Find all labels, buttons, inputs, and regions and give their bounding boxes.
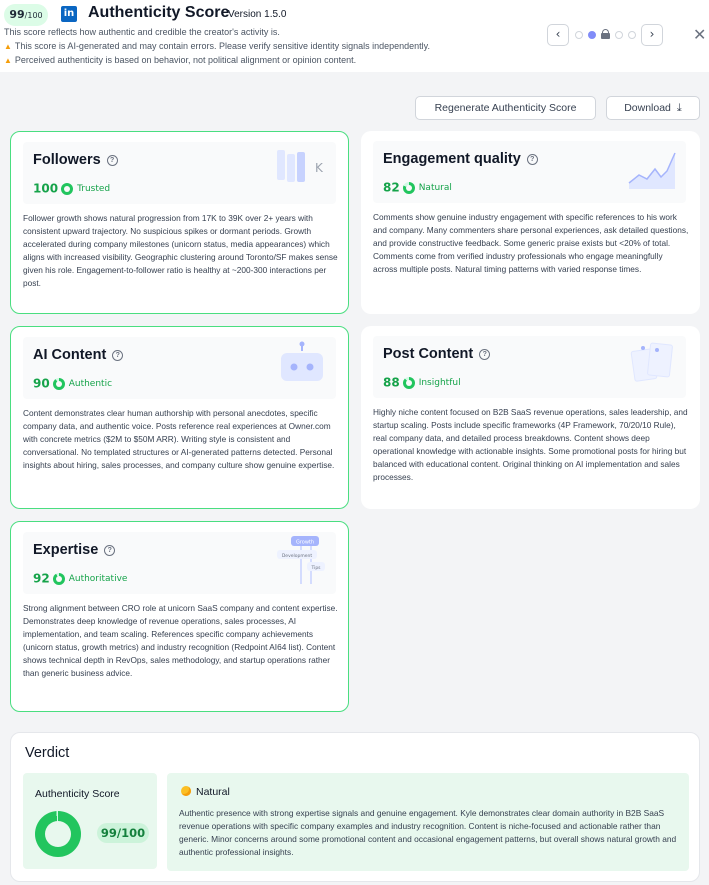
expertise-illustration-label-3: Tips bbox=[310, 565, 321, 571]
verdict-summary-box: Natural Authentic presence with strong e… bbox=[167, 773, 689, 871]
score-badge-denominator: /100 bbox=[24, 11, 43, 20]
expertise-tag: Authoritative bbox=[68, 573, 128, 584]
engagement-card: Engagement quality? 82 Natural Comments s… bbox=[361, 131, 700, 314]
followers-metric: 100 Trusted bbox=[33, 178, 111, 196]
verdict-title: Verdict bbox=[25, 745, 70, 761]
score-ring-icon bbox=[402, 181, 415, 194]
ai-content-card: AI Content? 90 Authentic Content demonstr… bbox=[10, 326, 349, 509]
lock-icon bbox=[601, 29, 610, 39]
followers-body: Follower growth shows natural progressio… bbox=[23, 213, 338, 288]
ai-content-body: Content demonstrates clear human authors… bbox=[23, 408, 335, 470]
engagement-score: 82 bbox=[383, 180, 400, 195]
expertise-card-header: Expertise? 92 Authoritative Growth Develo… bbox=[23, 532, 336, 594]
pager-dot-5[interactable] bbox=[628, 31, 636, 39]
followers-illustration-glyph: K bbox=[315, 161, 324, 175]
expertise-metric: 92 Authoritative bbox=[33, 568, 128, 586]
robot-illustration bbox=[281, 341, 323, 381]
verdict-body: Authentic presence with strong expertise… bbox=[179, 808, 677, 857]
score-ring-icon bbox=[402, 376, 415, 389]
engagement-title-text: Engagement quality bbox=[383, 151, 521, 167]
score-badge-value: 99 bbox=[9, 8, 25, 21]
post-content-title: Post Content? bbox=[383, 346, 491, 362]
verdict-tag: Natural bbox=[181, 786, 230, 798]
engagement-illustration bbox=[628, 152, 676, 189]
expertise-title: Expertise? bbox=[33, 542, 116, 558]
post-content-body: Highly niche content focused on B2B SaaS… bbox=[373, 407, 688, 482]
question-circle-icon[interactable]: ? bbox=[104, 545, 116, 556]
question-circle-icon[interactable]: ? bbox=[479, 349, 491, 360]
warning-line-ai: ▲ This score is AI-generated and may cont… bbox=[4, 41, 430, 51]
verdict-section: Verdict Authenticity Score 99/100 Natura… bbox=[10, 732, 700, 882]
warning-line-perception: ▲ Perceived authenticity is based on beha… bbox=[4, 55, 356, 65]
score-ring-icon bbox=[61, 182, 74, 195]
post-content-score: 88 bbox=[383, 375, 400, 390]
subtitle: This score reflects how authentic and cr… bbox=[4, 27, 280, 37]
engagement-card-header: Engagement quality? 82 Natural bbox=[373, 141, 686, 203]
ai-content-score: 90 bbox=[33, 376, 50, 391]
verdict-score-ring bbox=[35, 811, 81, 857]
ai-content-tag: Authentic bbox=[68, 378, 113, 389]
verdict-score-value: 99/100 bbox=[97, 823, 149, 843]
question-circle-icon[interactable]: ? bbox=[112, 350, 124, 361]
question-circle-icon[interactable]: ? bbox=[526, 154, 538, 165]
download-button-label: Download bbox=[624, 102, 671, 114]
engagement-body: Comments show genuine industry engagemen… bbox=[373, 212, 689, 274]
post-content-card-header: Post Content? 88 Insightful bbox=[373, 336, 686, 398]
ai-content-title-text: AI Content bbox=[33, 347, 107, 363]
verdict-tag-text: Natural bbox=[196, 786, 230, 798]
verdict-score-box: Authenticity Score 99/100 bbox=[23, 773, 157, 869]
question-circle-icon[interactable]: ? bbox=[106, 155, 118, 166]
engagement-title: Engagement quality? bbox=[383, 151, 538, 167]
score-ring-icon bbox=[52, 572, 65, 585]
post-content-title-text: Post Content bbox=[383, 346, 474, 362]
post-content-card: Post Content? 88 Insightful Highly niche … bbox=[361, 326, 700, 509]
post-content-metric: 88 Insightful bbox=[383, 372, 461, 390]
close-icon[interactable]: ✕ bbox=[693, 25, 706, 44]
page-title: Authenticity Score bbox=[88, 4, 230, 21]
pager-dot-4[interactable] bbox=[615, 31, 623, 39]
followers-card-header: Followers? 100 Trusted K bbox=[23, 142, 336, 204]
followers-score: 100 bbox=[33, 181, 59, 196]
expertise-card: Expertise? 92 Authoritative Growth Develo… bbox=[10, 521, 349, 712]
followers-illustration: K bbox=[277, 150, 324, 182]
followers-title-text: Followers bbox=[33, 152, 101, 168]
warning-text-perception: Perceived authenticity is based on behav… bbox=[14, 55, 357, 65]
expertise-illustration-label-2: Development bbox=[282, 553, 313, 559]
warning-triangle-icon: ▲ bbox=[4, 56, 12, 65]
pager-dot-1[interactable] bbox=[575, 31, 583, 39]
followers-tag: Trusted bbox=[77, 183, 111, 194]
ai-content-title: AI Content? bbox=[33, 347, 124, 363]
regenerate-button-label: Regenerate Authenticity Score bbox=[434, 102, 577, 114]
download-icon: ⤓ bbox=[676, 102, 682, 114]
linkedin-logo-icon: in bbox=[61, 6, 77, 22]
verdict-score-label: Authenticity Score bbox=[35, 788, 120, 800]
prev-button[interactable]: ‹ bbox=[547, 24, 569, 46]
score-badge: 99/100 bbox=[4, 4, 48, 26]
score-ring-icon bbox=[52, 377, 65, 390]
post-content-tag: Insightful bbox=[418, 377, 461, 388]
header: 99/100 in Authenticity Score Version 1.5… bbox=[0, 0, 709, 72]
followers-card: Followers? 100 Trusted K Follower growth … bbox=[10, 131, 349, 314]
expertise-illustration-label-1: Growth bbox=[296, 540, 314, 546]
expertise-title-text: Expertise bbox=[33, 542, 99, 558]
download-button[interactable]: Download ⤓ bbox=[606, 96, 700, 120]
engagement-tag: Natural bbox=[418, 182, 452, 193]
warning-triangle-icon: ▲ bbox=[4, 42, 12, 51]
regenerate-button[interactable]: Regenerate Authenticity Score bbox=[415, 96, 596, 120]
expertise-illustration: Growth Development Tips bbox=[277, 536, 325, 584]
warning-text-ai: This score is AI-generated and may conta… bbox=[14, 41, 430, 51]
smile-emoji-icon bbox=[181, 786, 191, 796]
engagement-metric: 82 Natural bbox=[383, 177, 452, 195]
expertise-score: 92 bbox=[33, 571, 50, 586]
next-button[interactable]: › bbox=[641, 24, 663, 46]
version-label: Version 1.5.0 bbox=[228, 9, 287, 20]
posts-illustration bbox=[630, 342, 673, 382]
ai-content-metric: 90 Authentic bbox=[33, 373, 113, 391]
expertise-body: Strong alignment between CRO role at uni… bbox=[23, 603, 338, 678]
main-panel: Regenerate Authenticity Score Download ⤓ … bbox=[0, 72, 709, 885]
followers-title: Followers? bbox=[33, 152, 118, 168]
pager-dot-2[interactable] bbox=[588, 31, 596, 39]
ai-content-card-header: AI Content? 90 Authentic bbox=[23, 337, 336, 399]
